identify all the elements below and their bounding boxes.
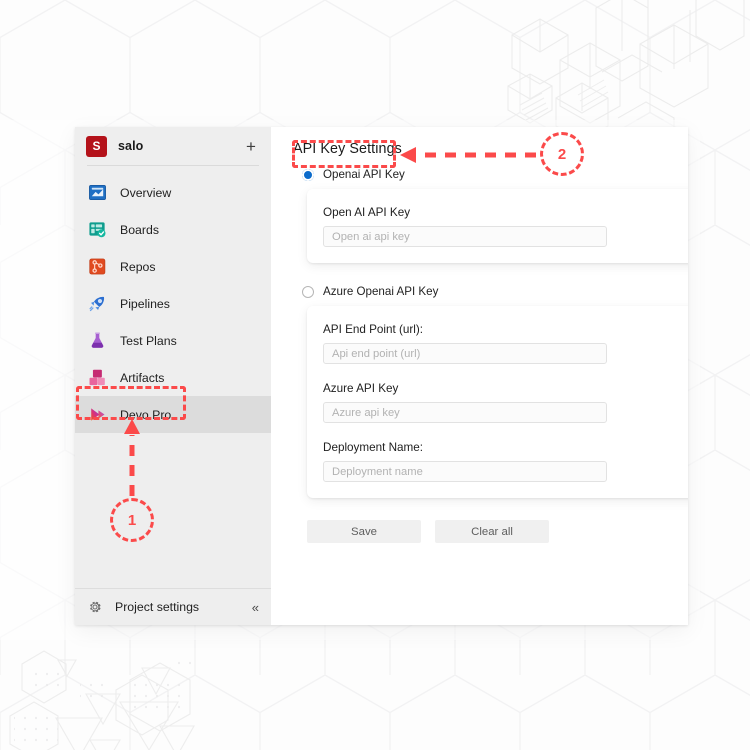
sidebar-item-repos[interactable]: Repos — [75, 248, 271, 285]
api-endpoint-label: API End Point (url): — [323, 323, 424, 336]
overview-icon — [89, 184, 106, 201]
main-content: API Key Settings Openai API Key Open AI … — [271, 127, 688, 625]
azure-api-key-input[interactable] — [323, 402, 607, 423]
openai-card: Open AI API Key — [307, 189, 688, 263]
openai-key-input[interactable] — [323, 226, 607, 247]
app-window: S salo + Overview Boards Repos Pipelines… — [75, 127, 688, 625]
boards-icon — [89, 222, 106, 238]
save-button[interactable]: Save — [307, 520, 421, 543]
radio-openai-indicator[interactable] — [302, 168, 314, 181]
screenshot-root: S salo + Overview Boards Repos Pipelines… — [0, 0, 750, 750]
sidebar-item-label: Pipelines — [120, 296, 170, 311]
test-plans-icon — [91, 332, 104, 348]
radio-openai-label: Openai API Key — [323, 168, 405, 181]
radio-option-openai[interactable]: Openai API Key — [302, 168, 688, 181]
deployment-name-input[interactable] — [323, 461, 607, 482]
sidebar-item-label: Devo Pro — [120, 407, 172, 422]
chevron-double-left-icon[interactable]: « — [252, 600, 259, 615]
sidebar: S salo + Overview Boards Repos Pipelines… — [75, 127, 271, 625]
azure-openai-card: API End Point (url): Azure API Key Deplo… — [307, 306, 688, 498]
gear-icon — [90, 601, 101, 613]
devo-pro-icon — [91, 408, 105, 421]
organization-logo: S — [86, 135, 107, 157]
radio-azure-openai-indicator[interactable] — [302, 285, 314, 298]
sidebar-item-label: Repos — [120, 259, 156, 274]
openai-key-label: Open AI API Key — [323, 206, 411, 219]
sidebar-item-label: Boards — [120, 222, 159, 237]
sidebar-nav-list: Overview Boards Repos Pipelines Test Pla… — [75, 172, 271, 588]
sidebar-item-test-plans[interactable]: Test Plans — [75, 322, 271, 359]
plus-icon[interactable]: + — [243, 138, 259, 155]
api-endpoint-input[interactable] — [323, 343, 607, 364]
project-settings-label: Project settings — [115, 600, 200, 614]
organization-name: salo — [118, 139, 144, 153]
clear-all-button[interactable]: Clear all — [435, 520, 549, 543]
sidebar-item-devo-pro[interactable]: Devo Pro — [75, 396, 271, 433]
project-settings-row[interactable]: Project settings « — [75, 588, 271, 625]
organization-header[interactable]: S salo + — [75, 127, 271, 165]
repos-icon — [89, 258, 106, 275]
page-title: API Key Settings — [293, 141, 402, 157]
sidebar-item-artifacts[interactable]: Artifacts — [75, 359, 271, 396]
deployment-name-label: Deployment Name: — [323, 441, 424, 454]
azure-api-key-label: Azure API Key — [323, 382, 399, 395]
artifacts-icon — [89, 369, 105, 386]
sidebar-item-pipelines[interactable]: Pipelines — [75, 285, 271, 322]
sidebar-item-overview[interactable]: Overview — [75, 174, 271, 211]
pipelines-icon — [89, 296, 105, 312]
sidebar-item-label: Artifacts — [120, 370, 165, 385]
radio-azure-openai-label: Azure Openai API Key — [323, 285, 439, 298]
sidebar-item-label: Test Plans — [120, 333, 177, 348]
sidebar-divider — [87, 165, 259, 166]
radio-option-azure-openai[interactable]: Azure Openai API Key — [302, 285, 688, 298]
sidebar-item-boards[interactable]: Boards — [75, 211, 271, 248]
sidebar-item-label: Overview — [120, 185, 172, 200]
form-actions: Save Clear all — [307, 520, 688, 543]
